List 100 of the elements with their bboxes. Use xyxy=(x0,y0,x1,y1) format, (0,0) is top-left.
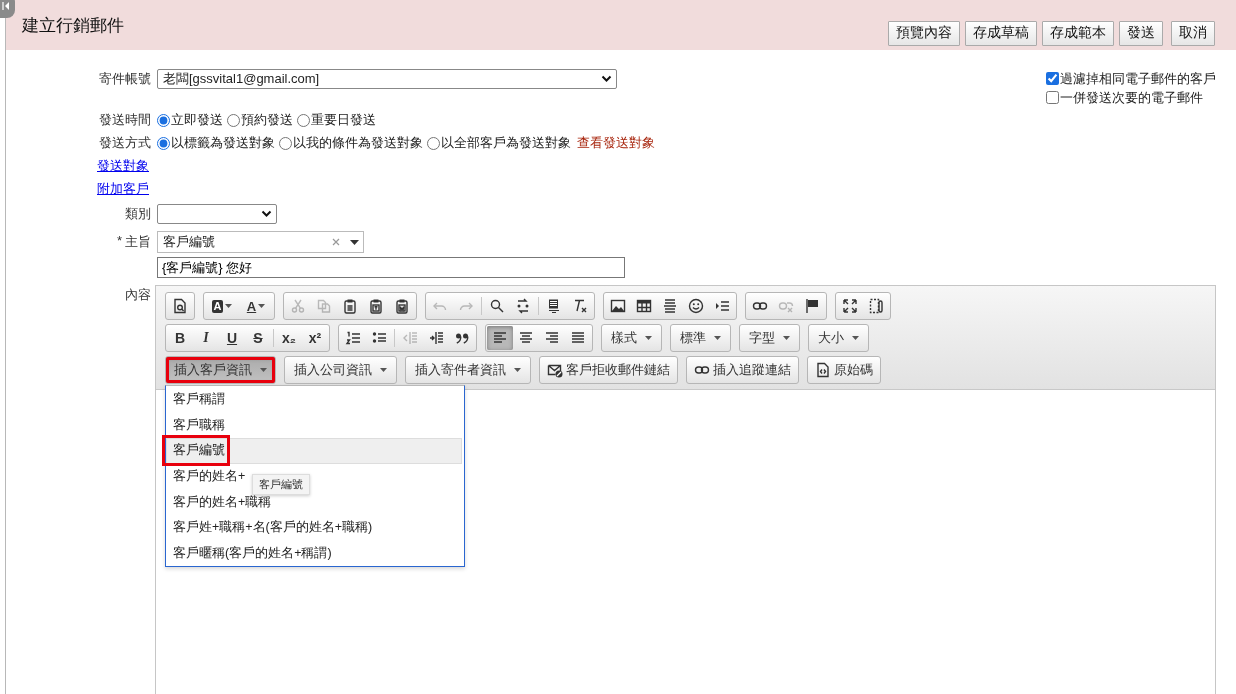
image-icon xyxy=(610,298,626,314)
caret-icon xyxy=(225,304,233,308)
radio-button[interactable] xyxy=(297,113,310,127)
clipboard-icon xyxy=(342,298,358,314)
clear-format-icon xyxy=(572,298,588,314)
dropdown-button[interactable]: 大小 xyxy=(810,326,867,350)
radio-button[interactable] xyxy=(279,136,292,150)
align-center-icon xyxy=(518,330,534,346)
dropdown-button[interactable]: 插入客戶資訊 xyxy=(166,357,275,383)
field-label: 類別 xyxy=(124,205,152,223)
blocked-mail-icon xyxy=(547,362,563,378)
option-label: 一併發送次要的電子郵件 xyxy=(1060,88,1203,107)
menu-item[interactable]: 客戶稱謂 xyxy=(166,387,229,413)
dropdown-button[interactable]: 插入公司資訊 xyxy=(286,358,395,382)
radio-button[interactable] xyxy=(157,136,170,150)
bullet-list-icon xyxy=(371,330,387,346)
option-label: 預約發送 xyxy=(241,111,293,129)
align-left-icon xyxy=(492,330,508,346)
field-label: 主旨 xyxy=(125,233,151,251)
caret-icon xyxy=(852,336,859,340)
dropdown-button[interactable]: 字型 xyxy=(741,326,798,350)
toolbar-button[interactable]: x₂ xyxy=(276,327,302,349)
code-document-icon xyxy=(815,362,831,378)
caret-icon xyxy=(783,336,790,340)
caret-icon xyxy=(258,304,266,308)
menu-item[interactable]: 客戶姓+職稱+名(客戶的姓名+職稱) xyxy=(166,514,377,541)
toolbar-button[interactable]: 插入追蹤連結 xyxy=(688,358,797,382)
flag-icon xyxy=(804,298,820,314)
field-label: 發送方式 xyxy=(98,134,152,152)
caret-icon xyxy=(714,336,721,340)
header-button[interactable]: 發送 xyxy=(1119,20,1163,46)
checkbox[interactable] xyxy=(1046,91,1059,104)
option-label: 重要日發送 xyxy=(311,111,376,129)
indent-arrow-icon xyxy=(714,298,730,314)
toolbar-button[interactable]: U xyxy=(219,327,245,349)
menu-item[interactable]: 客戶的姓名+ xyxy=(166,463,250,490)
horizontal-rule-icon xyxy=(662,298,678,314)
chevron-down-icon xyxy=(601,75,612,83)
toolbar-button[interactable]: A xyxy=(205,295,239,317)
radio-button[interactable] xyxy=(427,136,440,150)
toolbar-button[interactable]: 原始碼 xyxy=(809,358,879,382)
page-title: 建立行銷郵件 xyxy=(22,14,125,37)
radio-button[interactable] xyxy=(227,113,240,127)
search-icon xyxy=(489,298,505,314)
justify-icon xyxy=(570,330,586,346)
chevron-down-icon xyxy=(261,210,272,218)
toolbar-button[interactable]: S xyxy=(245,327,271,349)
toolbar-button[interactable]: A xyxy=(239,295,273,317)
field-label: 內容 xyxy=(124,286,152,303)
clear-icon[interactable] xyxy=(332,238,340,246)
header-button[interactable]: 取消 xyxy=(1171,20,1215,46)
caret-icon xyxy=(260,368,267,372)
clipboard-icon xyxy=(394,298,410,314)
caret-icon xyxy=(514,368,521,372)
option-label: 以標籤為發送對象 xyxy=(171,134,275,152)
caret-icon xyxy=(380,368,387,372)
indent-icon xyxy=(428,330,444,346)
sender-select[interactable]: 老闆[gssvital1@gmail.com] xyxy=(157,69,617,89)
field-label: 寄件帳號 xyxy=(98,70,152,88)
subject-input[interactable]: {客戶編號} 您好 xyxy=(157,257,625,278)
dropdown-button[interactable]: 標準 xyxy=(672,326,729,350)
toolbar-button[interactable]: I xyxy=(193,327,219,349)
menu-item[interactable]: 客戶暱稱(客戶的姓名+稱謂) xyxy=(166,540,336,567)
scissors-icon xyxy=(290,298,306,314)
option-label: 過濾掉相同電子郵件的客戶 xyxy=(1060,69,1216,88)
option-label: 立即發送 xyxy=(171,111,223,129)
align-right-icon xyxy=(544,330,560,346)
form-link[interactable]: 發送對象 xyxy=(97,158,149,173)
option-label: 以全部客戶為發送對象 xyxy=(441,134,571,152)
toolbar-button[interactable]: B xyxy=(167,327,193,349)
header-button[interactable]: 存成草稿 xyxy=(965,20,1037,46)
field-label: 發送時間 xyxy=(98,111,152,129)
blocks-icon xyxy=(868,298,884,314)
view-recipients-link[interactable]: 查看發送對象 xyxy=(577,134,655,152)
tooltip: 客戶編號 xyxy=(252,474,310,495)
header-button[interactable]: 預覽內容 xyxy=(888,20,960,46)
required-mark: * xyxy=(116,233,122,250)
lines-icon xyxy=(546,298,562,314)
copy-icon xyxy=(316,298,332,314)
caret-icon[interactable] xyxy=(350,239,359,245)
category-select[interactable] xyxy=(157,204,277,224)
radio-button[interactable] xyxy=(157,113,170,127)
dropdown-button[interactable]: 樣式 xyxy=(603,326,660,350)
option-label: 以我的條件為發送對象 xyxy=(293,134,423,152)
menu-item[interactable]: 客戶職稱 xyxy=(166,412,229,439)
numbered-list-icon xyxy=(345,330,361,346)
collapse-handle-icon[interactable] xyxy=(0,0,15,18)
caret-icon xyxy=(645,336,652,340)
toolbar-button[interactable]: x² xyxy=(302,327,328,349)
dropdown-button[interactable]: 插入寄件者資訊 xyxy=(407,358,529,382)
checkbox[interactable] xyxy=(1046,72,1059,85)
clipboard-icon xyxy=(368,298,384,314)
maximize-icon xyxy=(842,298,858,314)
toolbar-button[interactable]: 客戶拒收郵件鏈結 xyxy=(541,358,676,382)
subject-tag-select[interactable]: 客戶編號 xyxy=(157,231,364,253)
header-button[interactable]: 存成範本 xyxy=(1042,20,1114,46)
document-magnifier-icon xyxy=(172,298,188,314)
outdent-icon xyxy=(402,330,418,346)
form-link[interactable]: 附加客戶 xyxy=(97,181,149,196)
smiley-icon xyxy=(688,298,704,314)
